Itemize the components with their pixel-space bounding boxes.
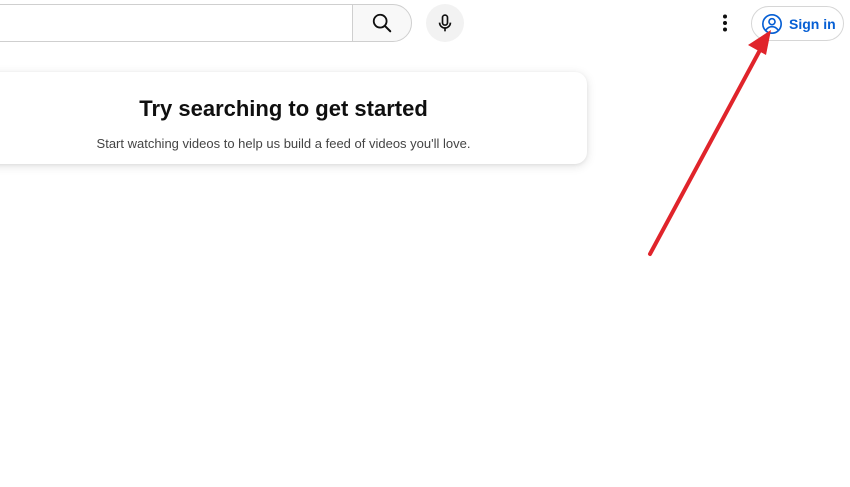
arrow-shaft [648, 48, 762, 256]
sign-in-label: Sign in [789, 15, 836, 32]
account-icon [762, 13, 782, 34]
search-input[interactable] [0, 4, 354, 42]
sign-in-button[interactable]: Sign in [751, 6, 844, 41]
mic-icon [438, 14, 452, 32]
top-bar: Sign in [0, 0, 850, 48]
more-vertical-icon [723, 14, 727, 32]
more-options-button[interactable] [712, 10, 738, 36]
empty-state-card: Try searching to get started Start watch… [0, 72, 587, 164]
search-button[interactable] [352, 4, 412, 42]
empty-state-subtitle: Start watching videos to help us build a… [96, 136, 471, 151]
empty-state-title: Try searching to get started [139, 96, 428, 121]
search-icon [372, 13, 392, 33]
voice-search-button[interactable] [426, 4, 464, 42]
